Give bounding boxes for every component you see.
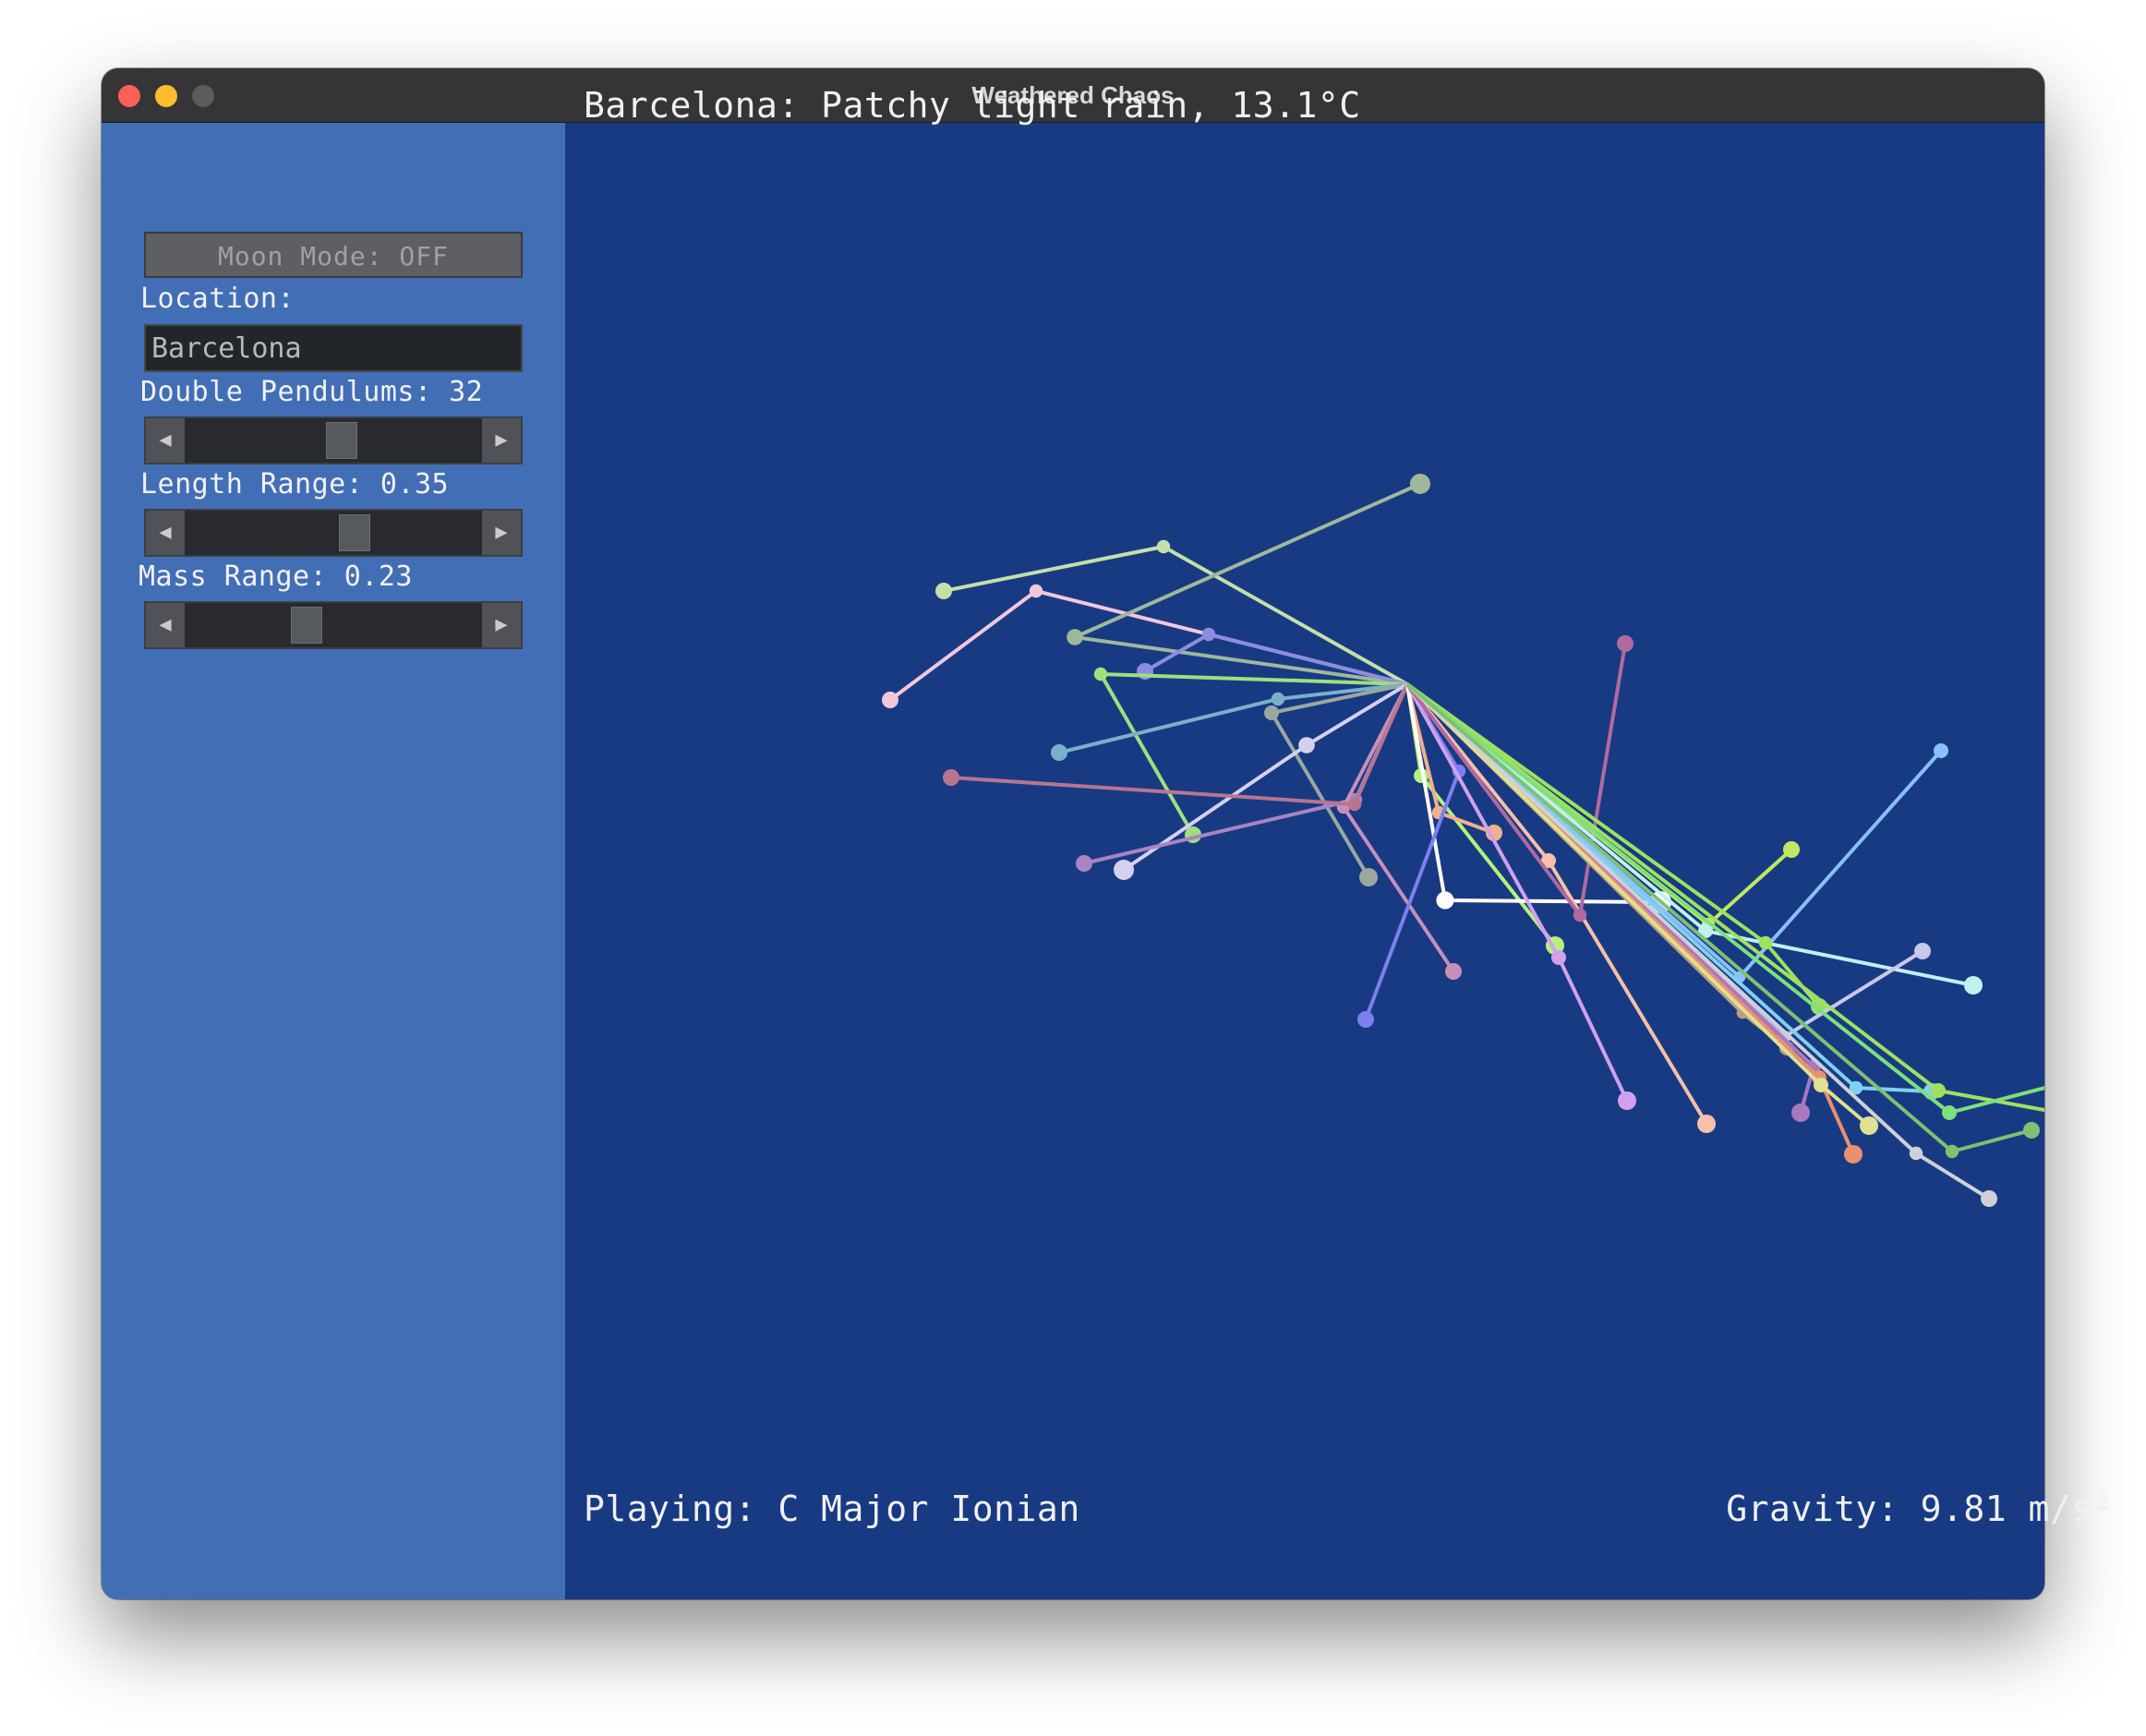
pendulum-bob-lower — [935, 583, 952, 599]
length-range-slider[interactable]: ◀ ▶ — [144, 509, 523, 557]
weather-status-text: Barcelona: Patchy light rain, 13.1°C — [584, 85, 1361, 126]
pendulum-rod-lower — [1058, 697, 1279, 754]
pendulum-bob-upper — [1271, 692, 1285, 706]
slider-left-arrow-icon[interactable]: ◀ — [146, 603, 185, 647]
pendulum-3 — [1067, 474, 1430, 686]
moon-mode-button[interactable]: Moon Mode: OFF — [144, 232, 523, 278]
app-window: Weathered Chaos Moon Mode: OFF Location:… — [102, 68, 2044, 1599]
pendulum-rod-lower — [1557, 957, 1629, 1102]
slider-thumb[interactable] — [325, 422, 357, 459]
pendulum-bob-lower — [882, 692, 898, 708]
pendulum-bob-lower — [943, 769, 959, 786]
pendulum-rod-lower — [950, 776, 1356, 806]
pendulum-bob-upper — [1573, 908, 1587, 922]
pendulum-bob-lower — [1860, 1116, 1878, 1135]
pendulum-bob-upper — [1298, 737, 1315, 753]
pendulum-bob-lower — [1783, 841, 1800, 858]
pendulum-bob-lower — [1410, 474, 1430, 494]
pendulum-bob-lower — [1617, 635, 1634, 652]
playing-scale-text: Playing: C Major Ionian — [584, 1489, 1080, 1529]
pendulum-bob-lower — [1359, 868, 1378, 886]
slider-left-arrow-icon[interactable]: ◀ — [146, 511, 185, 555]
pendulum-rod-lower — [1914, 1151, 1991, 1200]
pendulum-24 — [1405, 682, 1931, 1044]
pendulum-rod-lower — [1706, 848, 1793, 926]
pendulum-bob-lower — [1964, 976, 1983, 995]
pendulum-visualization — [882, 474, 2044, 1207]
location-label: Location: — [140, 283, 295, 315]
mass-range-label: Mass Range: 0.23 — [139, 561, 413, 593]
pendulum-bob-upper — [1029, 584, 1043, 598]
mass-range-slider[interactable]: ◀ ▶ — [144, 601, 523, 649]
pendulum-bob-upper — [1436, 891, 1454, 910]
pendulum-rod-upper — [1163, 545, 1408, 686]
pendulum-rod-lower — [1143, 633, 1211, 673]
pendulum-bob-upper — [1264, 705, 1279, 720]
pendulum-bob-lower — [1114, 860, 1134, 880]
pendulum-rod-lower — [1705, 929, 1974, 987]
pendulum-rod-lower — [1951, 1128, 2032, 1153]
pendulum-rod-lower — [1083, 798, 1356, 865]
pendulum-rod-lower — [1099, 673, 1195, 836]
pendulum-bob-lower — [1051, 744, 1067, 761]
pendulum-bob-upper — [1093, 667, 1108, 681]
pendulum-19 — [1405, 682, 1800, 932]
pendulum-bob-upper — [1814, 1078, 1828, 1092]
location-input[interactable] — [144, 324, 523, 372]
pendulum-bob-upper — [1201, 627, 1216, 642]
slider-thumb[interactable] — [291, 607, 323, 644]
slider-right-arrow-icon[interactable]: ▶ — [482, 511, 521, 555]
pendulum-26 — [1405, 682, 1863, 1163]
pendulums-label: Double Pendulums: 32 — [140, 376, 484, 408]
pendulum-bob-lower — [1357, 1011, 1374, 1028]
pendulum-rod-lower — [1948, 1086, 2044, 1115]
pendulum-rod-upper — [1405, 682, 1823, 1087]
slider-right-arrow-icon[interactable]: ▶ — [482, 603, 521, 647]
slider-right-arrow-icon[interactable]: ▶ — [482, 418, 521, 463]
pendulum-bob-upper — [1758, 935, 1773, 950]
simulation-canvas[interactable] — [565, 123, 2044, 1599]
pendulum-30 — [1405, 682, 2044, 1113]
pendulum-bob-lower — [1076, 855, 1092, 872]
pendulum-bob-lower — [1914, 943, 1931, 959]
pendulum-bob-lower — [1844, 1145, 1863, 1163]
gravity-readout-text: Gravity: 9.81 m/s² — [1726, 1489, 2115, 1529]
pendulum-rod-upper — [1405, 682, 1767, 945]
slider-thumb[interactable] — [339, 514, 371, 551]
pendulum-rod-lower — [888, 589, 1038, 702]
pendulum-bob-lower — [1791, 1103, 1810, 1122]
slider-left-arrow-icon[interactable]: ◀ — [146, 418, 185, 463]
pendulum-rod-upper — [1405, 682, 1918, 1155]
pendulum-bob-lower — [2023, 1122, 2040, 1139]
pendulums-slider[interactable]: ◀ ▶ — [144, 416, 523, 464]
pendulum-bob-lower — [1618, 1091, 1636, 1110]
pendulum-bob-upper — [1931, 1083, 1946, 1098]
pendulum-bob-lower — [1445, 963, 1462, 980]
pendulum-rod-lower — [1074, 482, 1421, 639]
pendulum-rod-upper — [1405, 682, 1951, 1115]
pendulum-bob-upper — [1551, 950, 1566, 965]
pendulum-rod-lower — [943, 545, 1164, 593]
pendulum-bob-upper — [1945, 1144, 1959, 1159]
pendulum-11 — [943, 683, 1409, 812]
pendulum-bob-lower — [1981, 1190, 1997, 1207]
pendulum-bob-upper — [1156, 539, 1171, 554]
pendulum-bob-upper — [1909, 1146, 1923, 1161]
pendulum-bob-upper — [1347, 797, 1362, 812]
length-range-label: Length Range: 0.35 — [140, 468, 450, 500]
pendulum-bob-upper — [1942, 1105, 1957, 1120]
pendulum-7 — [1264, 682, 1408, 886]
control-sidebar: Moon Mode: OFF Location: Double Pendulum… — [102, 123, 565, 1599]
pendulum-bob-upper — [1067, 629, 1083, 645]
pendulum-bob-lower — [1697, 1115, 1716, 1133]
pendulum-bob-lower — [1934, 743, 1948, 758]
